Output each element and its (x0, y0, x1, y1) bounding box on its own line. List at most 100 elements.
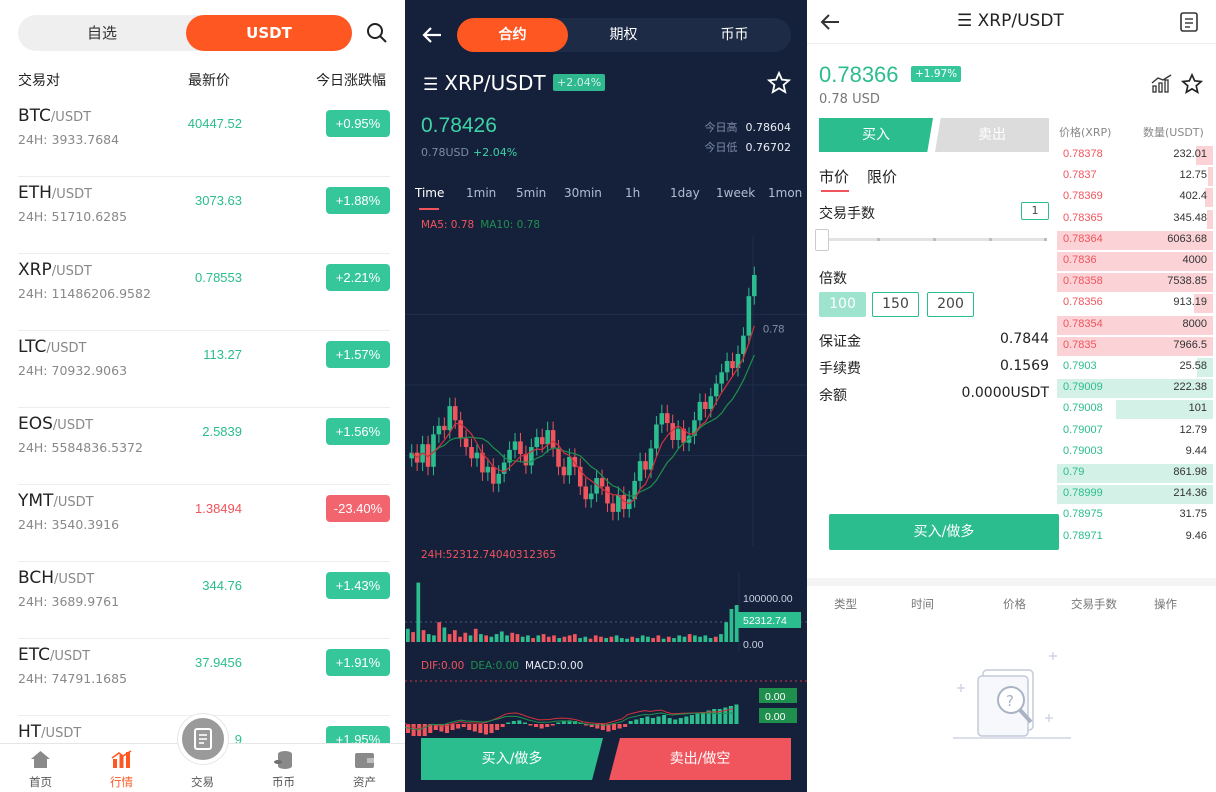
buy-tab[interactable]: 买入 (819, 118, 933, 152)
tabbar-coin[interactable]: 币币 (243, 744, 324, 792)
tabbar-home[interactable]: 首页 (0, 744, 81, 792)
orderbook-bid-row[interactable]: 0.79 861.98 (1057, 463, 1213, 484)
buy-long-button[interactable]: 买入/做多 (421, 738, 603, 780)
macd-bar (522, 722, 527, 724)
trade-pair-title[interactable]: ☰ XRP/USDT (957, 11, 1064, 31)
orderbook-bid-row[interactable]: 0.7903 25.58 (1057, 357, 1213, 378)
orderbook-ask-row[interactable]: 0.78364 6063.68 (1057, 230, 1213, 251)
slider-handle[interactable] (815, 229, 829, 251)
orderbook-ask-row[interactable]: 0.7835 7966.5 (1057, 336, 1213, 357)
orderbook-ask-row[interactable]: 0.78369 402.4 (1057, 187, 1213, 208)
macd-bar (678, 718, 683, 724)
star-icon[interactable] (767, 71, 791, 95)
low-row: 今日低 0.76702 (705, 139, 792, 155)
volume-bar (411, 632, 415, 642)
orderbook-price: 0.78975 (1063, 508, 1103, 521)
tab-contract[interactable]: 合约 (457, 18, 568, 52)
market-row[interactable]: LTC/USDT 24H: 70932.9063 113.27 +1.57% (18, 331, 390, 408)
macd-bar (617, 724, 622, 729)
orderbook-qty-header: 数量(USDT) (1143, 126, 1204, 139)
orderbook-ask-row[interactable]: 0.78378 232.01 (1057, 145, 1213, 166)
orderbook-bid-row[interactable]: 0.79003 9.44 (1057, 442, 1213, 463)
base-asset: HT (18, 722, 42, 742)
back-arrow-icon[interactable] (421, 24, 443, 46)
tabbar-market[interactable]: 行情 (81, 744, 162, 792)
timeframe-time[interactable]: Time (415, 186, 444, 200)
volume-bar (567, 635, 572, 642)
sell-tab[interactable]: 卖出 (935, 118, 1049, 152)
tab-favorites[interactable]: 自选 (18, 15, 186, 51)
timeframe-1mon[interactable]: 1mon (768, 186, 802, 200)
macd-bar (645, 716, 650, 724)
candle-body (518, 441, 523, 455)
macd-bar (556, 722, 561, 724)
market-row[interactable]: BCH/USDT 24H: 3689.9761 344.76 +1.43% (18, 562, 390, 639)
orderbook-bid-row[interactable]: 0.79008 101 (1057, 399, 1213, 420)
orderbook-bid-row[interactable]: 0.78975 31.75 (1057, 505, 1213, 526)
leverage-option-150[interactable]: 150 (872, 292, 919, 317)
orderbook-quantity: 232.01 (1173, 148, 1207, 160)
candle-body (534, 437, 540, 448)
tab-spot[interactable]: 币币 (679, 18, 790, 52)
candle-body (442, 425, 447, 431)
sell-short-button[interactable]: 卖出/做空 (609, 738, 791, 780)
volume-bar (510, 632, 515, 642)
tab-options[interactable]: 期权 (568, 18, 679, 52)
leverage-option-200[interactable]: 200 (927, 292, 974, 317)
candle-body (746, 296, 752, 336)
timeframe-1day[interactable]: 1day (670, 186, 700, 200)
orderbook-bid-row[interactable]: 0.78971 9.46 (1057, 527, 1213, 548)
order-type-market[interactable]: 市价 (819, 166, 849, 187)
volume-axis-max: 100000.00 (743, 593, 793, 605)
submit-buy-long-button[interactable]: 买入/做多 (829, 514, 1059, 550)
macd-value-1: 0.00 (765, 691, 786, 703)
change-badge: -23.40% (326, 495, 390, 522)
timeframe-1min[interactable]: 1min (466, 186, 496, 200)
orderbook-ask-row[interactable]: 0.7836 4000 (1057, 251, 1213, 272)
orderbook-ask-row[interactable]: 0.78354 8000 (1057, 315, 1213, 336)
orderbook-quantity: 25.58 (1179, 360, 1207, 372)
leverage-option-100[interactable]: 100 (819, 292, 866, 317)
orderbook-bid-row[interactable]: 0.78999 214.36 (1057, 484, 1213, 505)
change-badge: +1.88% (326, 187, 390, 214)
macd-bar (528, 724, 533, 726)
timeframe-1week[interactable]: 1week (716, 186, 755, 200)
market-row[interactable]: YMT/USDT 24H: 3540.3916 1.38494 -23.40% (18, 485, 390, 562)
orderbook-bid-row[interactable]: 0.79007 12.79 (1057, 421, 1213, 442)
tab-usdt[interactable]: USDT (186, 15, 352, 51)
orders-document-icon[interactable] (1179, 11, 1199, 33)
market-row[interactable]: EOS/USDT 24H: 5584836.5372 2.5839 +1.56% (18, 408, 390, 485)
orderbook-ask-row[interactable]: 0.7837 12.75 (1057, 166, 1213, 187)
pair-title[interactable]: ☰ XRP/USDT (423, 71, 546, 95)
timeframe-30min[interactable]: 30min (564, 186, 602, 200)
pair-symbol: YMT/USDT (18, 491, 94, 511)
orderbook-ask-row[interactable]: 0.78358 7538.85 (1057, 272, 1213, 293)
market-row[interactable]: ETC/USDT 24H: 74791.1685 37.9456 +1.91% (18, 639, 390, 716)
chart-trend-icon[interactable] (1151, 74, 1173, 94)
trade-center-button[interactable] (178, 714, 228, 764)
orderbook-bid-row[interactable]: 0.79009 222.38 (1057, 378, 1213, 399)
orderbook-ask-row[interactable]: 0.78365 345.48 (1057, 209, 1213, 230)
quantity-field[interactable]: 1 (1021, 202, 1049, 220)
order-type-limit[interactable]: 限价 (867, 166, 897, 187)
quantity-slider[interactable] (821, 238, 1047, 241)
candlestick-chart[interactable]: 0.78 (405, 236, 807, 546)
chart-panel: 合约 期权 币币 ☰ XRP/USDT +2.04% 0.78426 0.78US… (405, 0, 807, 792)
market-row[interactable]: ETH/USDT 24H: 51710.6285 3073.63 +1.88% (18, 177, 390, 254)
search-icon[interactable] (366, 22, 388, 44)
orderbook-quantity: 31.75 (1179, 508, 1207, 521)
timeframe-1h[interactable]: 1h (625, 186, 640, 200)
volume-axis-min: 0.00 (743, 639, 764, 651)
timeframe-5min[interactable]: 5min (516, 186, 546, 200)
candle-body (512, 441, 518, 450)
candle-body (490, 466, 496, 484)
star-icon[interactable] (1181, 73, 1203, 95)
candle-body (610, 503, 616, 512)
tabbar-assets[interactable]: 资产 (324, 744, 405, 792)
latest-price: 37.9456 (195, 655, 242, 670)
market-row[interactable]: BTC/USDT 24H: 3933.7684 40447.52 +0.95% (18, 100, 390, 177)
change-badge: +2.04% (553, 74, 606, 91)
orderbook-ask-row[interactable]: 0.78356 913.19 (1057, 293, 1213, 314)
market-row[interactable]: XRP/USDT 24H: 11486206.9582 0.78553 +2.21% (18, 254, 390, 331)
back-arrow-icon[interactable] (819, 11, 841, 33)
